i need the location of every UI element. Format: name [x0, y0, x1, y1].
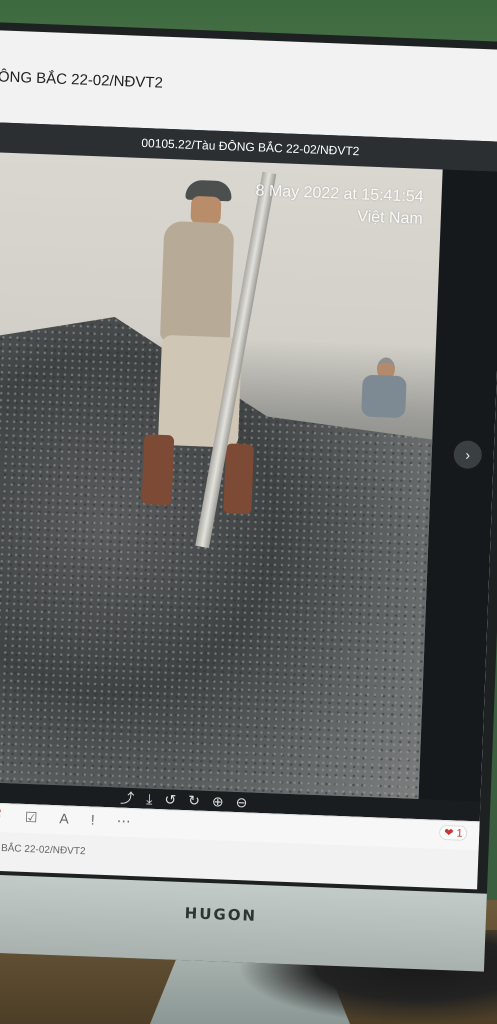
monitor-brand-logo: HUGON: [184, 904, 258, 925]
seated-worker-body: [361, 374, 407, 419]
monitor-screen: ÔNG BẮC 22-02/NĐVT2 00105.22/Tàu ĐÔNG BẮ…: [0, 30, 497, 890]
photo: 8 May 2022 at 15:41:54 Việt Nam: [0, 152, 443, 800]
worker-shirt: [159, 220, 235, 344]
photo-viewer: 00105.22/Tàu ĐÔNG BẮC 22-02/NĐVT2 8 May …: [0, 122, 497, 822]
text-style-icon[interactable]: A: [59, 810, 69, 827]
next-photo-button[interactable]: ›: [453, 440, 483, 470]
rotate-left-icon[interactable]: ↺: [164, 789, 176, 809]
app-title: ÔNG BẮC 22-02/NĐVT2: [0, 68, 164, 92]
zoom-in-icon[interactable]: ⊕: [212, 791, 224, 811]
message-caption: ĐÔNG BẮC 22-02/NĐVT2: [0, 842, 86, 858]
exclamation-icon[interactable]: !: [90, 811, 95, 828]
share-icon[interactable]: ⤴: [120, 788, 135, 809]
like-count[interactable]: ❤ 1: [438, 824, 468, 841]
zoom-out-icon[interactable]: ⊖: [235, 792, 247, 812]
download-icon[interactable]: ⤓: [146, 789, 153, 809]
monitor: ÔNG BẮC 22-02/NĐVT2 00105.22/Tàu ĐÔNG BẮ…: [0, 22, 497, 972]
alarm-icon[interactable]: ⏰: [0, 807, 3, 825]
photo-timestamp: 8 May 2022 at 15:41:54 Việt Nam: [254, 180, 424, 230]
seated-worker: [355, 356, 418, 428]
worker-figure: [130, 178, 264, 542]
worker-boot-right: [223, 443, 254, 515]
checkbox-icon[interactable]: ☑: [25, 809, 38, 826]
heart-icon: ❤: [443, 827, 454, 840]
worker-boot-left: [141, 434, 175, 506]
more-icon[interactable]: ⋯: [116, 812, 131, 830]
like-count-value: 1: [456, 827, 463, 840]
worker-face: [190, 195, 222, 225]
rotate-right-icon[interactable]: ↻: [188, 790, 200, 810]
